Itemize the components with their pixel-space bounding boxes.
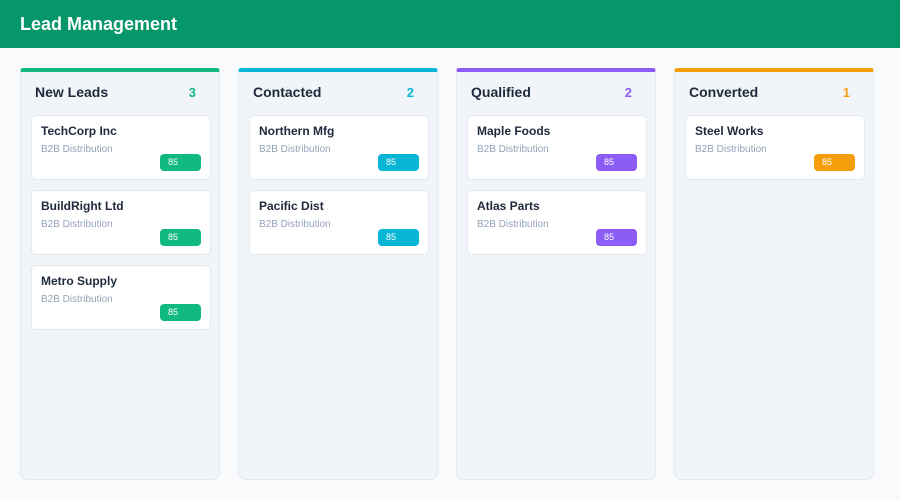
pipeline-column: Contacted 2 Northern Mfg B2B Distribution 85… — [238, 68, 438, 480]
card-list: Steel Works B2B Distribution 85 — [685, 115, 865, 180]
column-title: Contacted — [253, 84, 322, 100]
lead-score-badge: 85 — [596, 229, 637, 246]
lead-card[interactable]: BuildRight Ltd B2B Distribution 85 — [31, 190, 211, 255]
column-count-badge: 1 — [842, 84, 850, 100]
lead-name: Metro Supply — [41, 274, 118, 288]
lead-name: TechCorp Inc — [41, 124, 117, 138]
card-list: Northern Mfg B2B Distribution 85 Pacific Di… — [249, 115, 429, 255]
column-title: Converted — [689, 84, 759, 100]
column-title: New Leads — [35, 84, 109, 100]
pipeline-column: Converted 1 Steel Works B2B Distribution 85 — [674, 68, 874, 480]
lead-score-badge: 85 — [596, 154, 637, 171]
lead-card[interactable]: Atlas Parts B2B Distribution 85 — [467, 190, 647, 255]
card-list: TechCorp Inc B2B Distribution 85 BuildRight… — [31, 115, 211, 330]
lead-score-badge: 85 — [160, 229, 201, 246]
lead-card[interactable]: Maple Foods B2B Distribution 85 — [467, 115, 647, 180]
lead-name: Atlas Parts — [477, 199, 540, 213]
kanban-board: New Leads 3 TechCorp Inc B2B Distribution 85… — [20, 68, 874, 480]
lead-score-badge: 85 — [378, 229, 419, 246]
column-header: Contacted 2 — [249, 72, 427, 112]
column-count-badge: 3 — [188, 84, 196, 100]
lead-card[interactable]: TechCorp Inc B2B Distribution 85 — [31, 115, 211, 180]
lead-card[interactable]: Pacific Dist B2B Distribution 85 — [249, 190, 429, 255]
lead-score-badge: 85 — [378, 154, 419, 171]
lead-card[interactable]: Steel Works B2B Distribution 85 — [685, 115, 865, 180]
app-header: Lead Management — [0, 0, 900, 48]
lead-score-badge: 85 — [160, 154, 201, 171]
lead-name: Steel Works — [695, 124, 764, 138]
column-header: Qualified 2 — [467, 72, 645, 112]
lead-card[interactable]: Northern Mfg B2B Distribution 85 — [249, 115, 429, 180]
column-title: Qualified — [471, 84, 531, 100]
lead-name: Pacific Dist — [259, 199, 324, 213]
lead-score-badge: 85 — [160, 304, 201, 321]
card-list: Maple Foods B2B Distribution 85 Atlas Parts… — [467, 115, 647, 255]
lead-score-badge: 85 — [814, 154, 855, 171]
column-count-badge: 2 — [624, 84, 632, 100]
column-header: Converted 1 — [685, 72, 863, 112]
lead-name: Maple Foods — [477, 124, 551, 138]
lead-name: BuildRight Ltd — [41, 199, 124, 213]
column-header: New Leads 3 — [31, 72, 209, 112]
pipeline-column: New Leads 3 TechCorp Inc B2B Distribution 85… — [20, 68, 220, 480]
lead-name: Northern Mfg — [259, 124, 335, 138]
column-count-badge: 2 — [406, 84, 414, 100]
pipeline-column: Qualified 2 Maple Foods B2B Distribution 85 A… — [456, 68, 656, 480]
lead-card[interactable]: Metro Supply B2B Distribution 85 — [31, 265, 211, 330]
page-title: Lead Management — [20, 13, 178, 34]
